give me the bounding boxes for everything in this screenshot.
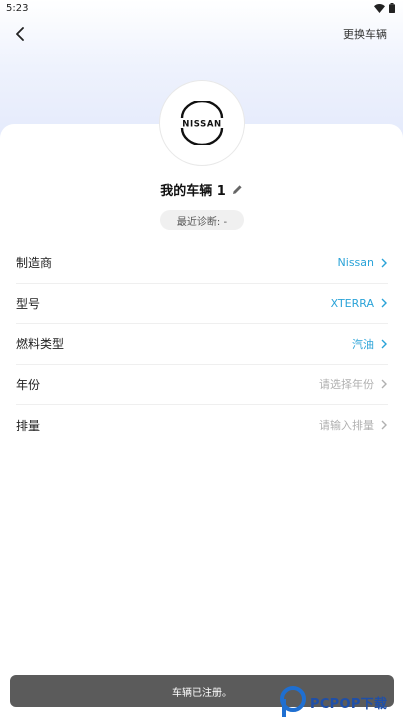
- chevron-right-icon: [381, 258, 387, 268]
- vehicle-name: 我的车辆 1: [160, 184, 226, 199]
- nissan-logo: NISSAN: [180, 101, 224, 145]
- watermark: PCPOP下载: [280, 684, 403, 720]
- status-time: 5:23: [6, 2, 29, 14]
- change-vehicle-button[interactable]: 更换车辆: [343, 26, 387, 42]
- displacement-placeholder: 请输入排量: [319, 419, 374, 433]
- row-label: 排量: [16, 418, 41, 433]
- model-value: XTERRA: [330, 296, 374, 310]
- row-label: 型号: [16, 296, 41, 311]
- back-arrow-icon: [16, 27, 24, 41]
- row-value-group: 汽油: [352, 336, 388, 352]
- wifi-icon: [374, 3, 385, 13]
- row-value-group: 请选择年份: [319, 376, 388, 392]
- brand-logo: NISSAN: [159, 80, 245, 166]
- status-icons: [374, 3, 395, 13]
- vehicle-name-row: 我的车辆 1: [0, 180, 403, 199]
- row-value-group: Nissan: [338, 256, 388, 269]
- row-fuel-type[interactable]: 燃料类型 汽油: [16, 324, 388, 365]
- chevron-right-icon: [381, 339, 387, 349]
- last-diagnosis-badge: 最近诊断: -: [160, 210, 244, 230]
- row-value-group: 请输入排量: [319, 417, 388, 433]
- row-displacement[interactable]: 排量 请输入排量: [16, 405, 388, 446]
- year-placeholder: 请选择年份: [319, 378, 374, 392]
- manufacturer-value: Nissan: [337, 256, 374, 270]
- edit-pencil-icon[interactable]: [232, 184, 243, 195]
- row-label: 制造商: [16, 256, 53, 271]
- status-bar: 5:23: [0, 0, 403, 16]
- toast-text: 车辆已注册。: [172, 687, 232, 699]
- row-label: 燃料类型: [16, 337, 65, 352]
- chevron-right-icon: [381, 379, 387, 389]
- chevron-right-icon: [381, 298, 387, 308]
- chevron-right-icon: [381, 420, 387, 430]
- row-label: 年份: [16, 377, 41, 392]
- row-manufacturer[interactable]: 制造商 Nissan: [16, 243, 388, 284]
- row-value-group: XTERRA: [331, 297, 388, 310]
- top-nav: 更换车辆: [0, 22, 403, 46]
- row-year[interactable]: 年份 请选择年份: [16, 365, 388, 405]
- vehicle-info-list: 制造商 Nissan 型号 XTERRA 燃料类型 汽油 年份 请选择年份 排量…: [16, 243, 388, 446]
- fuel-type-value: 汽油: [352, 337, 374, 351]
- svg-text:NISSAN: NISSAN: [182, 120, 221, 130]
- watermark-text: PCPOP下载: [310, 696, 388, 712]
- row-model[interactable]: 型号 XTERRA: [16, 284, 388, 324]
- back-button[interactable]: [10, 23, 30, 45]
- battery-icon: [389, 3, 395, 13]
- pcpop-logo-icon: [280, 686, 306, 717]
